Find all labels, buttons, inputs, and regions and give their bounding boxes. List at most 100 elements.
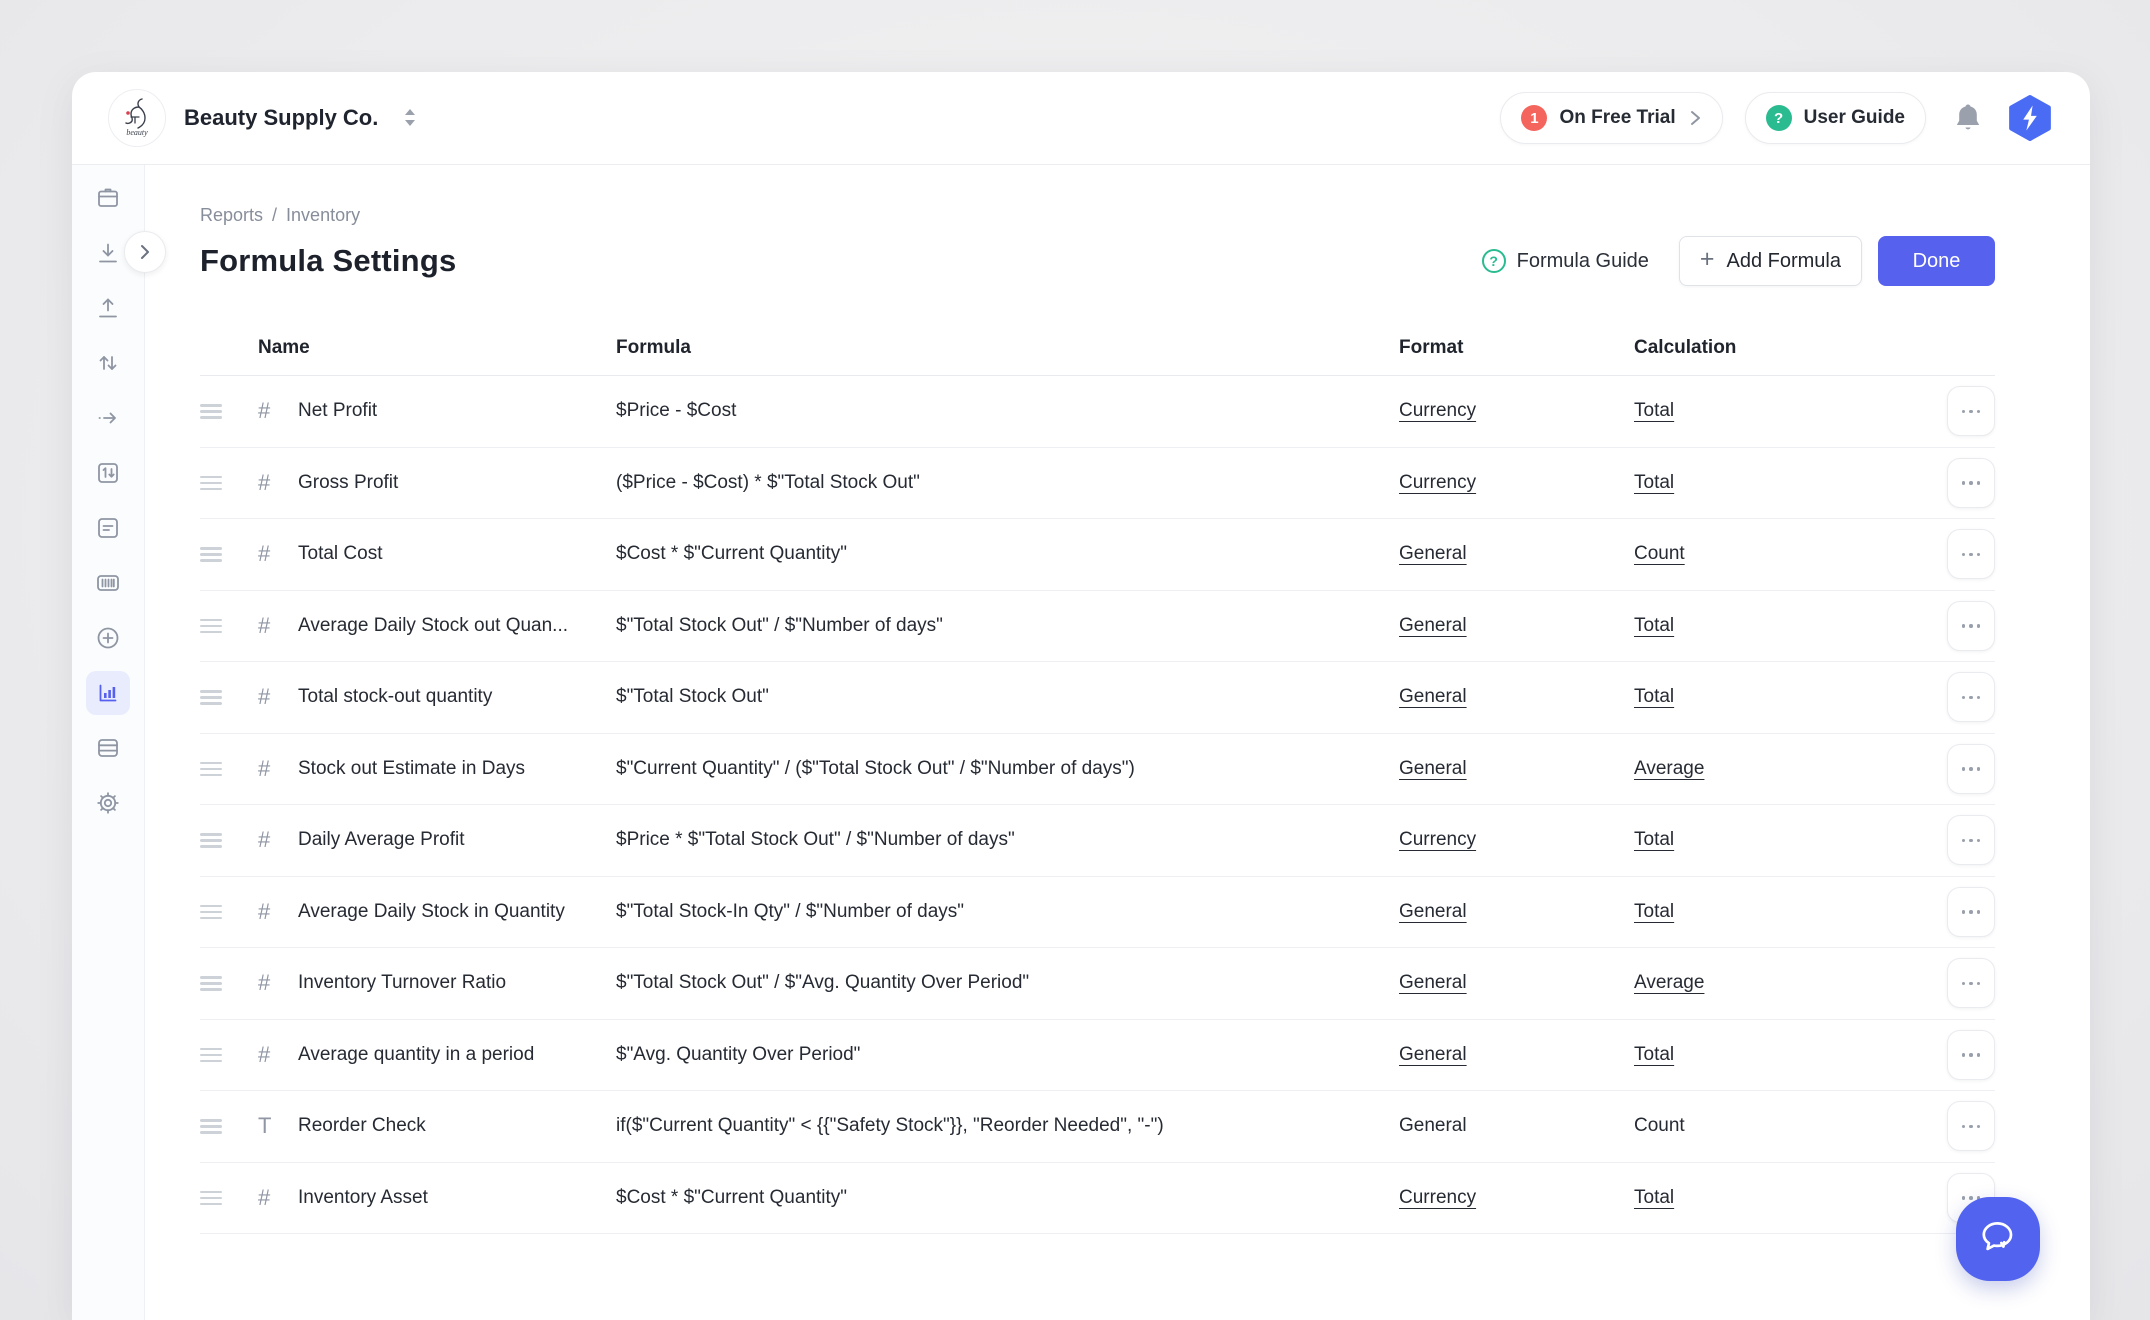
format-option[interactable]: General (1399, 543, 1634, 565)
calculation-option[interactable]: Total (1634, 1044, 1944, 1066)
row-menu-button[interactable] (1947, 529, 1995, 579)
user-guide-label: User Guide (1804, 107, 1905, 129)
company-name: Beauty Supply Co. (184, 105, 378, 131)
drag-handle[interactable] (200, 690, 222, 705)
format-option[interactable]: General (1399, 901, 1634, 923)
free-trial-pill[interactable]: 1 On Free Trial (1500, 92, 1722, 144)
sidebar-item-data[interactable] (86, 726, 130, 770)
ordered-quantity-icon (94, 459, 122, 487)
row-menu-button[interactable] (1947, 958, 1995, 1008)
chevron-right-icon (137, 242, 153, 262)
help-circle-icon: ? (1482, 249, 1506, 273)
calculation-option[interactable]: Average (1634, 972, 1944, 994)
download-icon (94, 239, 122, 267)
hexagon-bolt-icon (2006, 94, 2054, 142)
drag-handle[interactable] (200, 619, 222, 634)
text-type-icon: T (258, 1113, 298, 1139)
breadcrumb-reports[interactable]: Reports (200, 205, 263, 226)
sidebar-item-notes[interactable] (86, 506, 130, 550)
row-menu-button[interactable] (1947, 601, 1995, 651)
row-menu-button[interactable] (1947, 458, 1995, 508)
calculation-option[interactable]: Total (1634, 1187, 1944, 1209)
formula-guide-link[interactable]: ? Formula Guide (1482, 249, 1649, 273)
calculation-option[interactable]: Count (1634, 543, 1944, 565)
add-formula-label: Add Formula (1727, 250, 1842, 273)
calculation-option: Count (1634, 1115, 1944, 1137)
sidebar-item-stock-out[interactable] (86, 286, 130, 330)
format-option[interactable]: Currency (1399, 829, 1634, 851)
notifications-button[interactable] (1952, 101, 1984, 135)
bell-icon (1952, 101, 1984, 135)
formula-name: Average Daily Stock out Quan... (298, 615, 616, 637)
format-option[interactable]: General (1399, 1044, 1634, 1066)
breadcrumb-separator: / (272, 205, 277, 226)
drag-handle[interactable] (200, 976, 222, 991)
gear-icon (94, 789, 122, 817)
formula-expression: $"Current Quantity" / ($"Total Stock Out… (616, 758, 1399, 780)
row-menu-button[interactable] (1947, 744, 1995, 794)
table-row: # Stock out Estimate in Days $"Current Q… (200, 734, 1995, 806)
drag-handle[interactable] (200, 476, 222, 491)
row-menu-button[interactable] (1947, 386, 1995, 436)
format-option[interactable]: General (1399, 615, 1634, 637)
sidebar-expand-button[interactable] (124, 231, 166, 273)
table-row: # Daily Average Profit $Price * $"Total … (200, 805, 1995, 877)
company-switcher[interactable] (402, 107, 418, 129)
plus-icon: + (1700, 247, 1715, 272)
trial-count-badge: 1 (1521, 105, 1547, 131)
calculation-option[interactable]: Total (1634, 472, 1944, 494)
drag-handle[interactable] (200, 762, 222, 777)
calculation-option[interactable]: Total (1634, 829, 1944, 851)
drag-handle[interactable] (200, 833, 222, 848)
calculation-option[interactable]: Total (1634, 901, 1944, 923)
sidebar-item-settings[interactable] (86, 781, 130, 825)
page-title: Formula Settings (200, 243, 456, 279)
number-type-icon: # (258, 899, 298, 925)
formula-expression: $Price * $"Total Stock Out" / $"Number o… (616, 829, 1399, 851)
app-window: beauty Beauty Supply Co. 1 On Free Trial… (72, 72, 2090, 1320)
user-guide-pill[interactable]: ? User Guide (1745, 92, 1926, 144)
formula-name: Stock out Estimate in Days (298, 758, 616, 780)
sidebar-item-add[interactable] (86, 616, 130, 660)
sidebar-item-reports[interactable] (86, 671, 130, 715)
format-option: General (1399, 1115, 1634, 1137)
add-formula-button[interactable]: + Add Formula (1679, 236, 1862, 286)
format-option[interactable]: General (1399, 758, 1634, 780)
sidebar-item-adjust[interactable] (86, 341, 130, 385)
formula-expression: $"Total Stock Out" / $"Avg. Quantity Ove… (616, 972, 1399, 994)
drag-handle[interactable] (200, 1048, 222, 1063)
format-option[interactable]: General (1399, 972, 1634, 994)
sidebar-item-items[interactable] (86, 176, 130, 220)
row-menu-button[interactable] (1947, 1101, 1995, 1151)
drag-handle[interactable] (200, 1191, 222, 1206)
calculation-option[interactable]: Total (1634, 615, 1944, 637)
format-option[interactable]: Currency (1399, 400, 1634, 422)
sidebar-item-barcode[interactable] (86, 561, 130, 605)
app-logo-button[interactable] (2006, 94, 2054, 142)
formula-name: Average quantity in a period (298, 1044, 616, 1066)
row-menu-button[interactable] (1947, 672, 1995, 722)
number-type-icon: # (258, 756, 298, 782)
row-menu-button[interactable] (1947, 815, 1995, 865)
chat-fab-button[interactable] (1956, 1197, 2040, 1281)
number-type-icon: # (258, 1185, 298, 1211)
calculation-option[interactable]: Total (1634, 400, 1944, 422)
format-option[interactable]: Currency (1399, 1187, 1634, 1209)
row-menu-button[interactable] (1947, 887, 1995, 937)
done-button[interactable]: Done (1878, 236, 1995, 286)
chevron-right-icon (1688, 109, 1702, 127)
format-option[interactable]: General (1399, 686, 1634, 708)
format-option[interactable]: Currency (1399, 472, 1634, 494)
drag-handle[interactable] (200, 905, 222, 920)
sidebar-item-move[interactable] (86, 396, 130, 440)
box-icon (94, 184, 122, 212)
calculation-option[interactable]: Average (1634, 758, 1944, 780)
sidebar-item-sequence[interactable] (86, 451, 130, 495)
row-menu-button[interactable] (1947, 1030, 1995, 1080)
drag-handle[interactable] (200, 404, 222, 419)
drag-handle[interactable] (200, 547, 222, 562)
calculation-option[interactable]: Total (1634, 686, 1944, 708)
breadcrumb-inventory[interactable]: Inventory (286, 205, 360, 226)
table-row: T Reorder Check if($"Current Quantity" <… (200, 1091, 1995, 1163)
drag-handle[interactable] (200, 1119, 222, 1134)
